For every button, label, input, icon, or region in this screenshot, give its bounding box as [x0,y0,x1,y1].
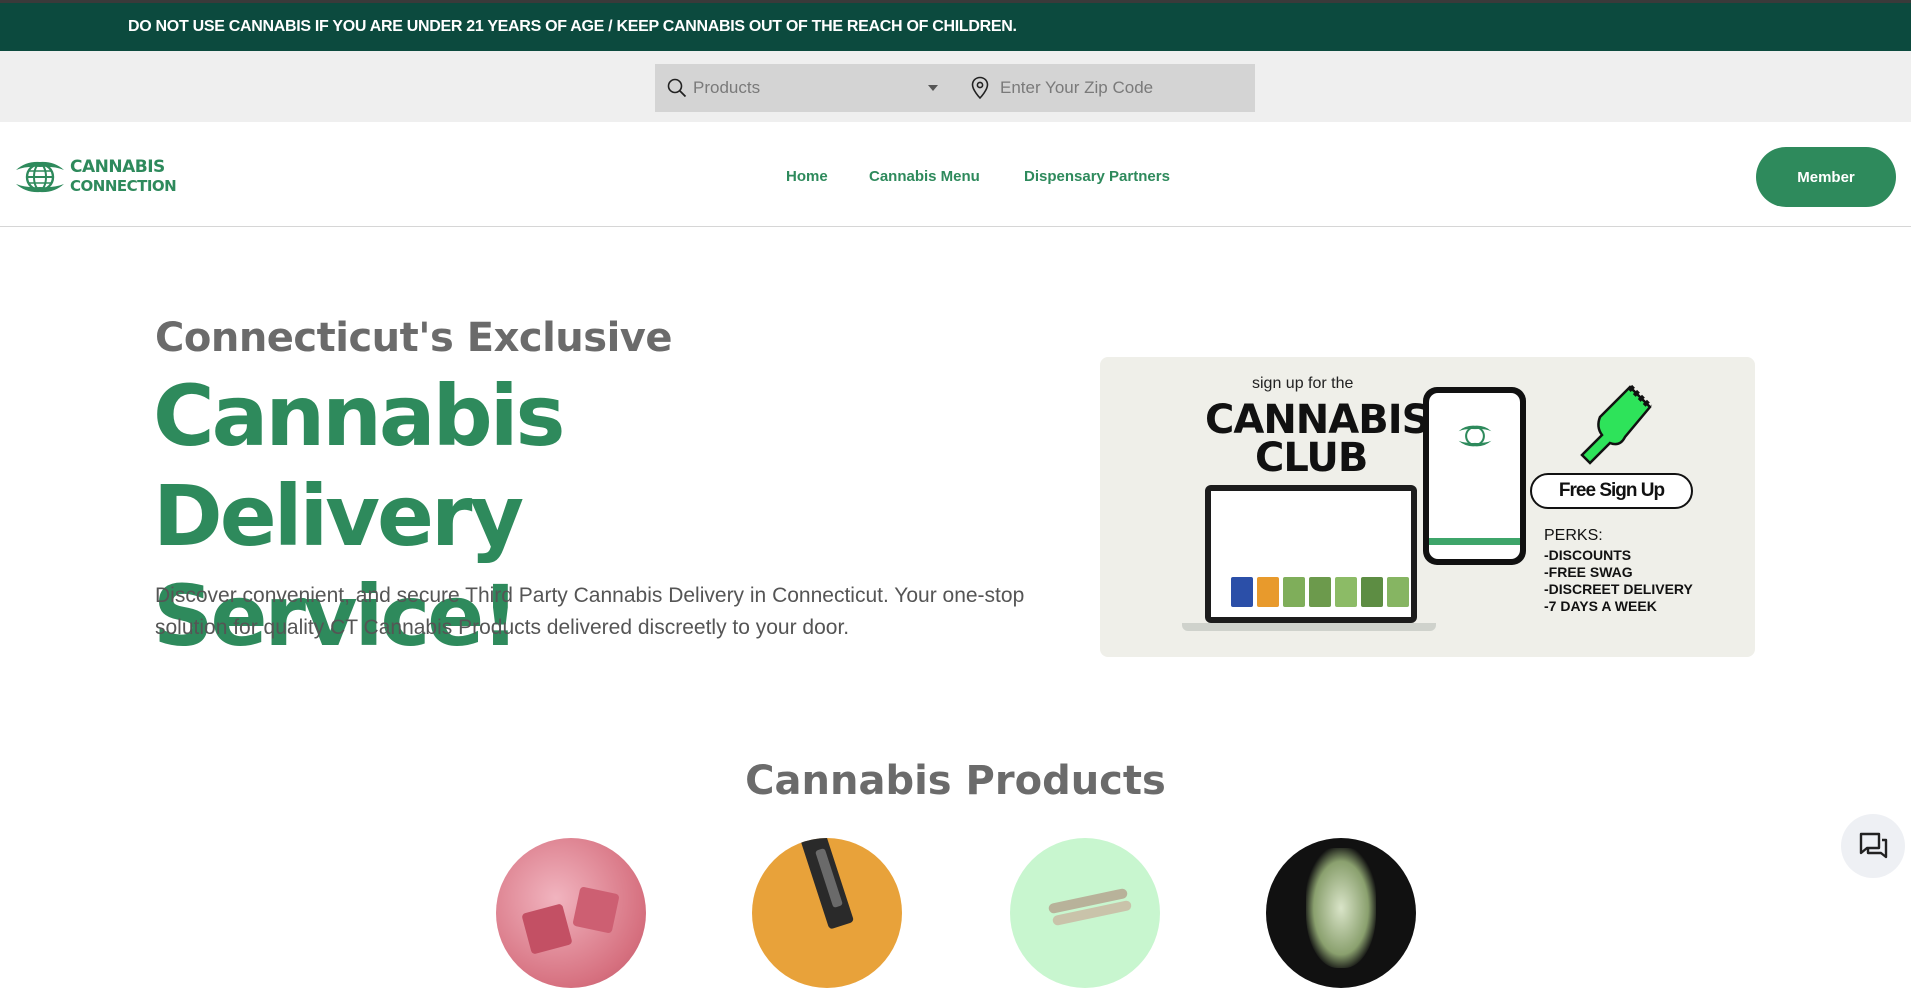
site-header: CANNABIS CONNECTION Home Cannabis Menu D… [0,122,1911,227]
hero-description: Discover convenient, and secure Third Pa… [155,584,1025,639]
cannabis-club-promo-banner[interactable]: sign up for the CANNABIS CLUB Free Sign … [1100,357,1755,657]
nav-home[interactable]: Home [786,168,828,185]
perk-item: -FREE SWAG [1544,564,1633,580]
perks-list: PERKS: -DISCOUNTS -FREE SWAG -DISCREET D… [1544,527,1693,615]
laptop-mockup-image [1205,485,1417,623]
perk-item: -7 DAYS A WEEK [1544,598,1657,614]
search-icon [667,78,687,98]
chevron-down-icon[interactable] [927,83,939,93]
location-pin-icon [971,76,989,100]
product-category-prerolls-image[interactable] [1010,838,1160,988]
phone-mockup-image [1423,387,1526,565]
pointing-hand-icon [1580,384,1653,465]
laptop-base-image [1182,623,1436,631]
product-category-select[interactable]: Products [693,64,903,112]
product-category-edibles-image[interactable] [496,838,646,988]
chat-button[interactable] [1841,814,1905,878]
chat-icon [1859,832,1888,859]
search-bar-area: Products [0,51,1911,122]
nav-cannabis-menu[interactable]: Cannabis Menu [869,168,980,185]
perks-title: PERKS: [1544,527,1603,544]
product-category-flower-image[interactable] [1266,838,1416,988]
main-nav: Home Cannabis Menu Dispensary Partners [0,168,1911,190]
age-warning-text: DO NOT USE CANNABIS IF YOU ARE UNDER 21 … [128,18,1017,35]
products-section-title: Cannabis Products [745,758,1166,804]
product-category-vapes-image[interactable] [752,838,902,988]
search-box: Products [655,64,1255,112]
nav-dispensary-partners[interactable]: Dispensary Partners [1024,168,1170,185]
perk-item: -DISCREET DELIVERY [1544,581,1693,597]
hero-pre-title: Connecticut's Exclusive [155,315,673,361]
promo-club-line2: CLUB [1255,435,1368,481]
promo-signup-text: sign up for the [1252,375,1354,392]
age-warning-banner: DO NOT USE CANNABIS IF YOU ARE UNDER 21 … [0,3,1911,51]
zip-code-input[interactable] [1000,64,1240,112]
perk-item: -DISCOUNTS [1544,547,1632,563]
member-button[interactable]: Member [1756,147,1896,207]
free-signup-button[interactable]: Free Sign Up [1530,473,1693,509]
